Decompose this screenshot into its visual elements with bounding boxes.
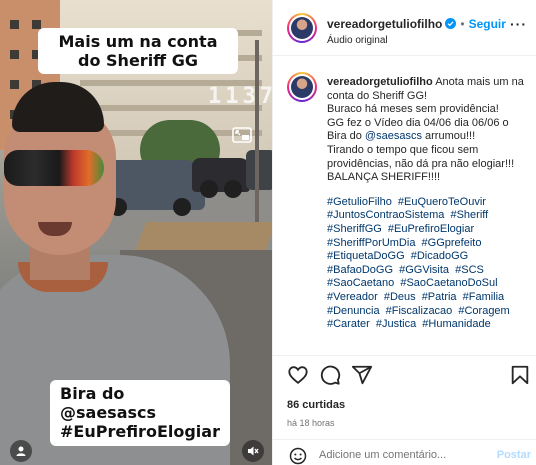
- hashtag-list: #GetulioFilho #EuQueroTeOuvir #JuntosCon…: [327, 196, 531, 332]
- picture-in-picture-icon[interactable]: [232, 127, 252, 143]
- audio-label[interactable]: Áudio original: [327, 35, 506, 46]
- more-icon[interactable]: ···: [510, 16, 527, 32]
- hashtag-link[interactable]: #GGprefeito: [422, 237, 482, 249]
- video-caption-top: Mais um na conta do Sheriff GG: [38, 28, 238, 75]
- video-watermark: 1137: [208, 84, 272, 109]
- hashtag-link[interactable]: #Denuncia: [327, 305, 380, 317]
- hashtag-link[interactable]: #GetulioFilho: [327, 196, 392, 208]
- post-panel: vereadorgetuliofilho • Seguir Áudio origin…: [272, 0, 536, 465]
- avatar[interactable]: [287, 13, 317, 43]
- caption-mention[interactable]: @saesascs: [365, 130, 422, 142]
- hashtag-link[interactable]: #Sheriff: [450, 209, 488, 221]
- hashtag-link[interactable]: #SaoCaetano: [327, 277, 394, 289]
- hashtag-link[interactable]: #SheriffGG: [327, 223, 382, 235]
- hashtag-link[interactable]: #Vereador: [327, 291, 378, 303]
- hashtag-link[interactable]: #Humanidade: [422, 318, 491, 330]
- hashtag-link[interactable]: #Justica: [376, 318, 416, 330]
- verified-icon: [445, 18, 457, 29]
- hashtag-link[interactable]: #GGVisita: [399, 264, 449, 276]
- user-icon[interactable]: [10, 440, 32, 462]
- hashtag-link[interactable]: #Familia: [463, 291, 505, 303]
- caption-area: vereadorgetuliofilho Anota mais um na co…: [287, 70, 531, 352]
- hashtag-link[interactable]: #Patria: [422, 291, 457, 303]
- avatar[interactable]: [287, 72, 317, 102]
- comment-icon[interactable]: [319, 364, 341, 386]
- post-time[interactable]: há 18 horas: [287, 418, 335, 428]
- utility-pole: [255, 40, 259, 230]
- comment-bar: Postar: [273, 439, 536, 465]
- header-info: vereadorgetuliofilho • Seguir Áudio origin…: [327, 15, 506, 46]
- caption-line: arrumou!!!: [425, 130, 476, 143]
- hashtag-link[interactable]: #EuQueroTeOuvir: [398, 196, 486, 208]
- heart-icon[interactable]: [287, 364, 309, 386]
- sound-off-icon[interactable]: [242, 440, 264, 462]
- share-icon[interactable]: [351, 364, 373, 386]
- hashtag-link[interactable]: #SaoCaetanoDoSul: [400, 277, 497, 289]
- hashtag-link[interactable]: #SheriffPorUmDia: [327, 237, 415, 249]
- hashtag-link[interactable]: #DicadoGG: [411, 250, 468, 262]
- emoji-icon[interactable]: [289, 447, 307, 465]
- hashtag-link[interactable]: #EtiquetaDoGG: [327, 250, 405, 262]
- sunglasses: [4, 150, 104, 186]
- action-bar: 86 curtidas há 18 horas Postar: [273, 355, 536, 465]
- caption-text: vereadorgetuliofilho Anota mais um na co…: [327, 76, 531, 332]
- video-caption-bottom: Bira do @saesascs #EuPrefiroElogiar: [50, 380, 230, 446]
- hashtag-link[interactable]: #Deus: [384, 291, 416, 303]
- hashtag-link[interactable]: #EuPrefiroElogiar: [388, 223, 474, 235]
- hashtag-link[interactable]: #Carater: [327, 318, 370, 330]
- post-button[interactable]: Postar: [497, 449, 531, 461]
- parked-car: [246, 150, 272, 190]
- parked-car: [192, 158, 250, 198]
- hashtag-link[interactable]: #Coragem: [458, 305, 509, 317]
- header-username[interactable]: vereadorgetuliofilho: [327, 17, 442, 31]
- caption-line: Buraco há meses sem providência!: [327, 103, 499, 116]
- hashtag-link[interactable]: #BafaoDoGG: [327, 264, 393, 276]
- caption-line: Tirando o tempo que ficou sem providênci…: [327, 143, 515, 170]
- post-header: vereadorgetuliofilho • Seguir Áudio origin…: [273, 0, 536, 56]
- hashtag-link[interactable]: #SCS: [455, 264, 484, 276]
- comment-input[interactable]: [319, 449, 479, 461]
- caption-username[interactable]: vereadorgetuliofilho: [327, 76, 433, 88]
- bookmark-icon[interactable]: [509, 364, 531, 386]
- video-caption-mention: Bira do @saesascs: [60, 384, 157, 423]
- follow-button[interactable]: Seguir: [469, 17, 506, 31]
- likes-count[interactable]: 86 curtidas: [287, 399, 345, 411]
- hashtag-link[interactable]: #Fiscalizacao: [386, 305, 453, 317]
- reel-video[interactable]: Mais um na conta do Sheriff GG 1137 Bira…: [0, 0, 272, 465]
- hashtag-link[interactable]: #JuntosContraoSistema: [327, 209, 444, 221]
- separator-dot: •: [460, 17, 465, 31]
- caption-line: BALANÇA SHERIFF!!!!: [327, 171, 441, 184]
- video-caption-hashtag: #EuPrefiroElogiar: [60, 422, 220, 442]
